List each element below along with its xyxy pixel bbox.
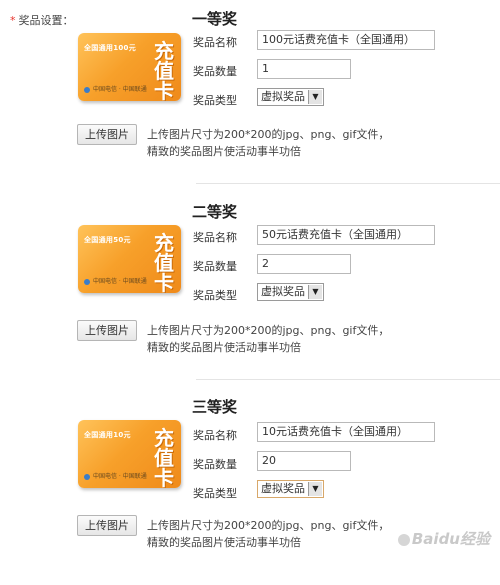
prize-type-select[interactable]: 虚拟奖品 ▼ [257,283,324,301]
prize-name-input[interactable]: 50元话费充值卡（全国通用） [257,225,435,245]
carrier-logos: 中国电信 · 中国联通 [84,276,147,285]
prize-level-title: 二等奖 [192,203,238,221]
prize-block-first: 全国通用100元 充 值 卡 中国电信 · 中国联通 一等奖 奖品名称 100元… [0,0,500,195]
watermark-text: Baidu经验 [411,530,490,548]
card-stripe-text: 全国通用100元 [84,44,137,52]
chevron-down-icon[interactable]: ▼ [308,285,322,299]
card-char-1: 充 [154,426,174,450]
prize-image: 全国通用100元 充 值 卡 中国电信 · 中国联通 [78,33,181,101]
prize-name-label: 奖品名称 [193,36,237,49]
chevron-down-icon[interactable]: ▼ [308,90,322,104]
prize-quantity-label: 奖品数量 [193,260,237,273]
prize-quantity-input[interactable]: 1 [257,59,351,79]
card-stripe-text: 全国通用10元 [84,431,131,439]
watermark-logo: Baidu经验 [396,528,490,549]
prize-type-select[interactable]: 虚拟奖品 ▼ [257,480,324,498]
prize-image: 全国通用50元 充 值 卡 中国电信 · 中国联通 [78,225,181,293]
prize-level-title: 一等奖 [192,10,238,28]
carrier-logo-icon [84,473,90,480]
prize-quantity-label: 奖品数量 [193,65,237,78]
prize-type-value: 虚拟奖品 [261,90,305,103]
carrier-logos-text: 中国电信 · 中国联通 [93,278,147,285]
card-char-1: 充 [154,231,174,255]
card-title: 充 值 卡 [153,41,175,101]
upload-image-button[interactable]: 上传图片 [77,124,137,145]
prize-image: 全国通用10元 充 值 卡 中国电信 · 中国联通 [78,420,181,488]
prize-name-label: 奖品名称 [193,429,237,442]
prize-name-input[interactable]: 100元话费充值卡（全国通用） [257,30,435,50]
divider [196,183,500,184]
prize-quantity-label: 奖品数量 [193,458,237,471]
card-char-3: 卡 [154,466,174,488]
card-char-3: 卡 [154,79,174,101]
carrier-logo-icon [84,86,90,93]
upload-hint: 上传图片尺寸为200*200的jpg、png、gif文件， 精致的奖品图片使活动… [147,126,477,160]
prize-block-third: 全国通用10元 充 值 卡 中国电信 · 中国联通 三等奖 奖品名称 10元话费… [0,390,500,585]
paw-icon [397,533,410,546]
chevron-down-icon[interactable]: ▼ [308,482,322,496]
prize-type-select[interactable]: 虚拟奖品 ▼ [257,88,324,106]
prize-quantity-input[interactable]: 2 [257,254,351,274]
prize-block-second: 全国通用50元 充 值 卡 中国电信 · 中国联通 二等奖 奖品名称 50元话费… [0,195,500,390]
upload-hint-line1: 上传图片尺寸为200*200的jpg、png、gif文件， [147,128,390,141]
card-char-3: 卡 [154,271,174,293]
card-title: 充 值 卡 [153,428,175,488]
upload-image-button[interactable]: 上传图片 [77,515,137,536]
prize-type-label: 奖品类型 [193,289,237,302]
card-title: 充 值 卡 [153,233,175,293]
upload-image-button[interactable]: 上传图片 [77,320,137,341]
prize-name-label: 奖品名称 [193,231,237,244]
upload-hint-line2: 精致的奖品图片使活动事半功倍 [147,145,301,158]
prize-type-value: 虚拟奖品 [261,482,305,495]
card-char-2: 值 [154,59,174,83]
carrier-logos-text: 中国电信 · 中国联通 [93,473,147,480]
prize-name-input[interactable]: 10元话费充值卡（全国通用） [257,422,435,442]
card-char-1: 充 [154,39,174,63]
prize-type-label: 奖品类型 [193,94,237,107]
carrier-logos-text: 中国电信 · 中国联通 [93,86,147,93]
prize-type-label: 奖品类型 [193,487,237,500]
upload-hint: 上传图片尺寸为200*200的jpg、png、gif文件， 精致的奖品图片使活动… [147,322,477,356]
card-stripe-text: 全国通用50元 [84,236,131,244]
card-char-2: 值 [154,251,174,275]
prize-level-title: 三等奖 [192,398,238,416]
carrier-logos: 中国电信 · 中国联通 [84,84,147,93]
divider [196,379,500,380]
card-char-2: 值 [154,446,174,470]
carrier-logo-icon [84,278,90,285]
prize-quantity-input[interactable]: 20 [257,451,351,471]
prize-type-value: 虚拟奖品 [261,285,305,298]
carrier-logos: 中国电信 · 中国联通 [84,471,147,480]
upload-hint-line1: 上传图片尺寸为200*200的jpg、png、gif文件， [147,324,390,337]
upload-hint-line2: 精致的奖品图片使活动事半功倍 [147,341,301,354]
